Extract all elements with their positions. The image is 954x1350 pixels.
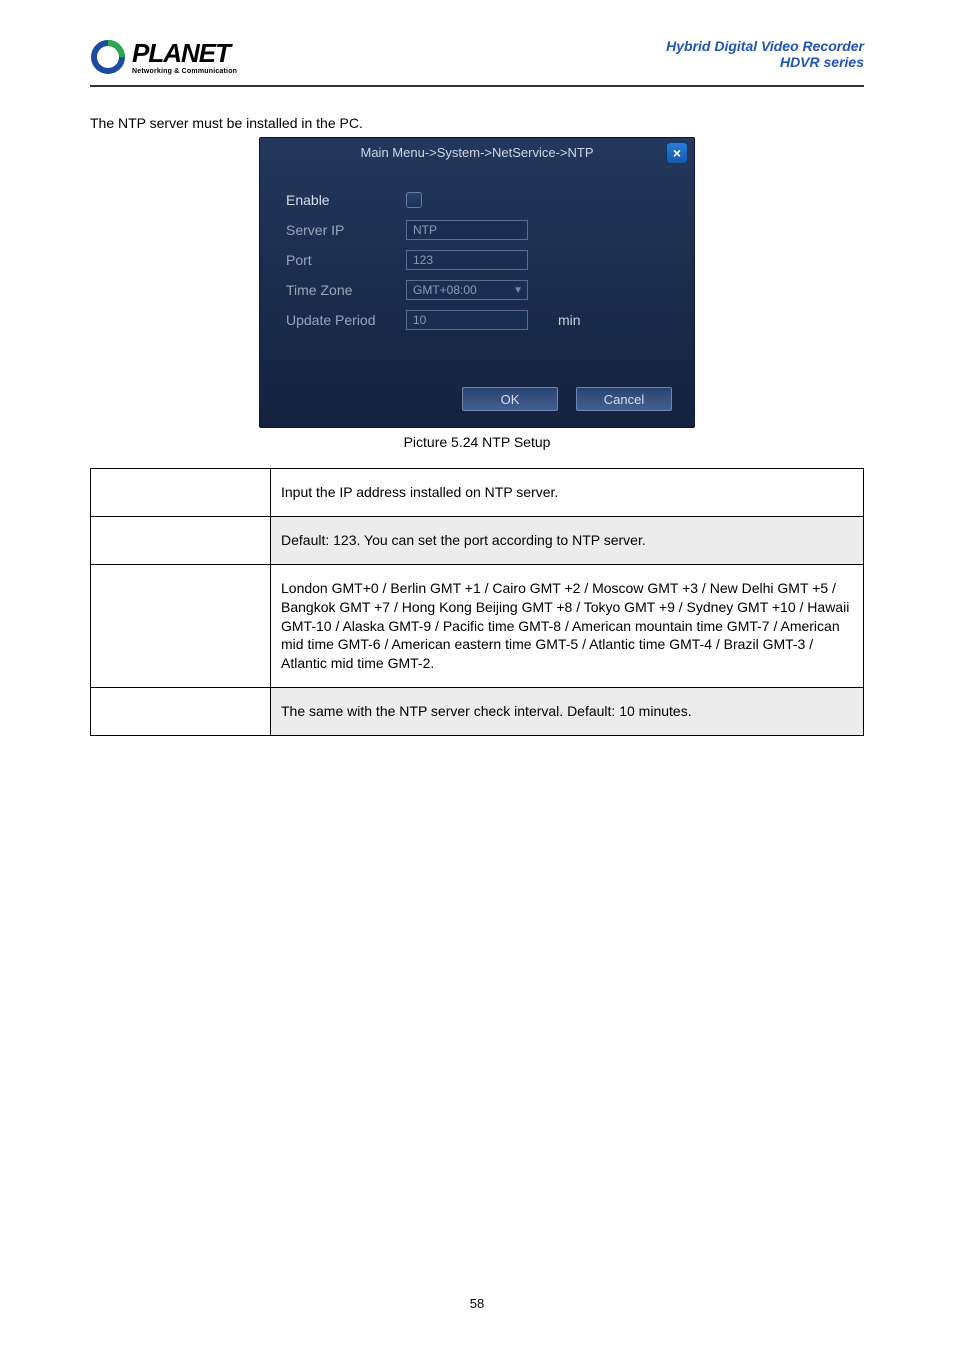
table-val-1: Input the IP address installed on NTP se… <box>271 469 864 517</box>
description-table: Input the IP address installed on NTP se… <box>90 468 864 736</box>
close-icon: × <box>673 145 681 161</box>
timezone-value: GMT+08:00 <box>413 283 477 297</box>
update-period-label: Update Period <box>286 312 406 328</box>
update-period-input[interactable] <box>406 310 528 330</box>
timezone-select[interactable]: GMT+08:00 ▼ <box>406 280 528 300</box>
update-period-unit: min <box>558 312 581 328</box>
table-key-1 <box>91 469 271 517</box>
table-key-2 <box>91 516 271 564</box>
table-val-4: The same with the NTP server check inter… <box>271 688 864 736</box>
logo-subtitle: Networking & Communication <box>132 68 237 75</box>
table-key-4 <box>91 688 271 736</box>
dialog-title: Main Menu->System->NetService->NTP <box>361 145 594 160</box>
page-number: 58 <box>90 1296 864 1329</box>
chevron-down-icon: ▼ <box>513 285 523 296</box>
table-val-2: Default: 123. You can set the port accor… <box>271 516 864 564</box>
logo: PLANET Networking & Communication <box>90 38 237 75</box>
logo-text: PLANET <box>132 38 237 69</box>
close-button[interactable]: × <box>666 142 688 164</box>
ntp-dialog: Main Menu->System->NetService->NTP × Ena… <box>259 137 695 428</box>
server-ip-label: Server IP <box>286 222 406 238</box>
globe-icon <box>90 39 126 75</box>
doc-title-line1: Hybrid Digital Video Recorder <box>666 38 864 54</box>
doc-title-line2: HDVR series <box>666 54 864 70</box>
server-ip-input[interactable] <box>406 220 528 240</box>
ok-button[interactable]: OK <box>462 387 558 411</box>
dialog-title-bar: Main Menu->System->NetService->NTP × <box>260 138 694 167</box>
page-header: PLANET Networking & Communication Hybrid… <box>90 38 864 87</box>
table-key-3 <box>91 564 271 687</box>
port-label: Port <box>286 252 406 268</box>
timezone-label: Time Zone <box>286 282 406 298</box>
figure-caption: Picture 5.24 NTP Setup <box>90 434 864 450</box>
doc-title: Hybrid Digital Video Recorder HDVR serie… <box>666 38 864 70</box>
table-val-3: London GMT+0 / Berlin GMT +1 / Cairo GMT… <box>271 564 864 687</box>
port-input[interactable] <box>406 250 528 270</box>
enable-checkbox[interactable] <box>406 192 422 208</box>
cancel-button[interactable]: Cancel <box>576 387 672 411</box>
enable-label: Enable <box>286 192 406 208</box>
intro-text: The NTP server must be installed in the … <box>90 115 864 131</box>
